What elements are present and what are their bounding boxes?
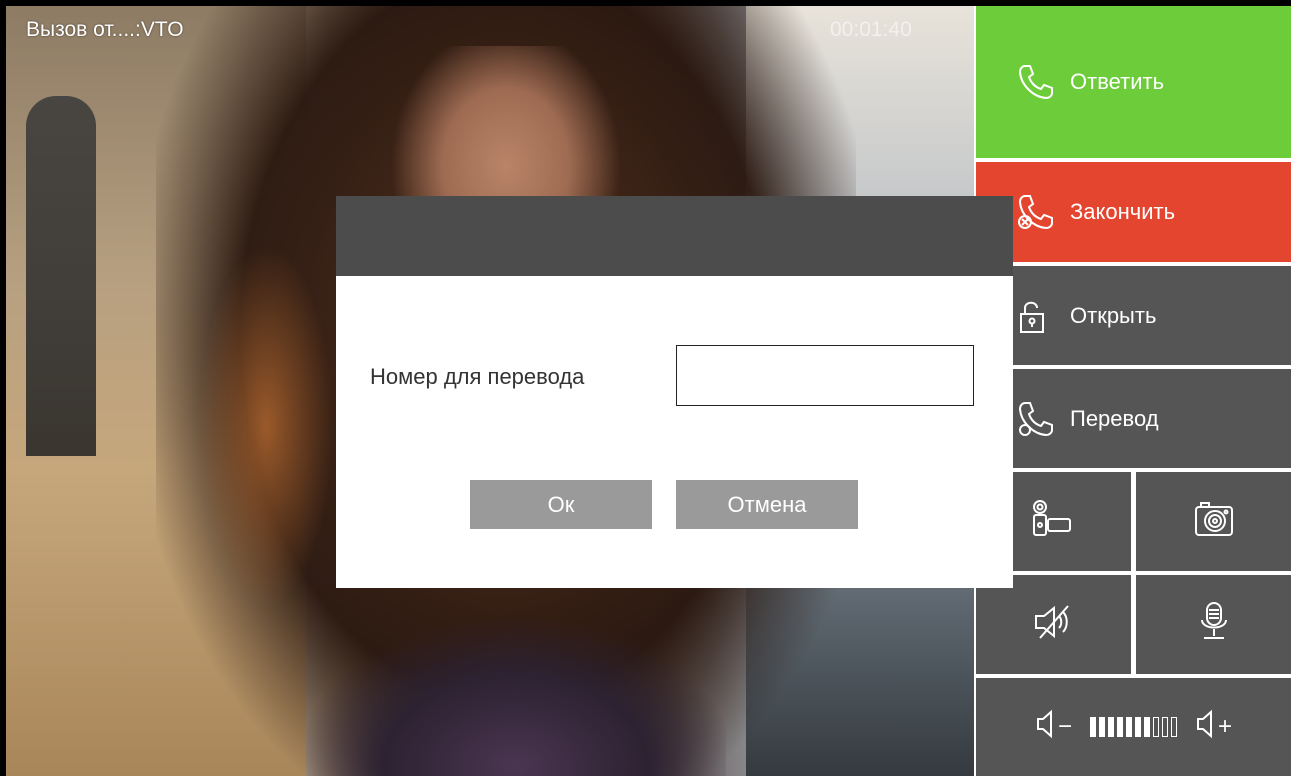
call-caption: Вызов от....:VTO: [26, 18, 184, 41]
open-door-label: Открыть: [1070, 302, 1157, 328]
visitor-sweater: [306, 566, 726, 776]
volume-segment: [1153, 717, 1159, 737]
transfer-label: Перевод: [1070, 405, 1159, 431]
volume-segment: [1099, 717, 1105, 737]
microphone-button[interactable]: [1136, 575, 1291, 674]
volume-segment: [1090, 717, 1096, 737]
camera-icon: [1190, 499, 1238, 544]
video-record-icon: [1030, 499, 1078, 544]
phone-icon: [1016, 62, 1056, 102]
phone-transfer-icon: [1016, 399, 1056, 439]
volume-segment: [1108, 717, 1114, 737]
volume-segment: [1126, 717, 1132, 737]
volume-segment: [1135, 717, 1141, 737]
control-panel: Ответить Закончить Открыть Перевод − +: [974, 6, 1291, 776]
volume-segment: [1162, 717, 1168, 737]
volume-down-label: −: [1057, 713, 1072, 740]
phone-hangup-icon: [1016, 192, 1056, 232]
dialog-header: [336, 196, 1013, 276]
transfer-number-label: Номер для перевода: [370, 364, 585, 389]
ok-button[interactable]: Ок: [470, 480, 652, 529]
volume-down-icon: [1035, 709, 1055, 746]
transfer-button[interactable]: Перевод: [976, 369, 1291, 468]
volume-up-label: +: [1218, 713, 1233, 740]
call-timer: 00:01:40: [830, 18, 912, 41]
speaker-mute-button[interactable]: [976, 575, 1131, 674]
volume-segment: [1117, 717, 1123, 737]
volume-segment: [1171, 717, 1177, 737]
volume-control: − +: [976, 678, 1291, 776]
snapshot-button[interactable]: [1136, 472, 1291, 571]
microphone-icon: [1194, 600, 1234, 649]
open-door-button[interactable]: Открыть: [976, 266, 1291, 365]
transfer-dialog: Номер для перевода Ок Отмена: [336, 196, 1013, 588]
volume-up-button[interactable]: +: [1195, 709, 1232, 746]
answer-label: Ответить: [1070, 69, 1165, 94]
intercom-screen: Вызов от....:VTO 00:01:40 Ответить Закон…: [0, 0, 1291, 776]
volume-level-bar[interactable]: [1090, 717, 1177, 737]
end-call-label: Закончить: [1070, 199, 1176, 224]
end-call-button[interactable]: Закончить: [976, 162, 1291, 262]
background-window: [26, 96, 96, 456]
transfer-number-input[interactable]: [676, 345, 974, 406]
answer-button[interactable]: Ответить: [976, 6, 1291, 158]
speaker-mute-icon: [1030, 602, 1078, 647]
cancel-button[interactable]: Отмена: [676, 480, 858, 529]
volume-up-icon: [1195, 709, 1215, 746]
unlock-icon: [1016, 296, 1056, 336]
volume-segment: [1144, 717, 1150, 737]
volume-down-button[interactable]: −: [1035, 709, 1072, 746]
